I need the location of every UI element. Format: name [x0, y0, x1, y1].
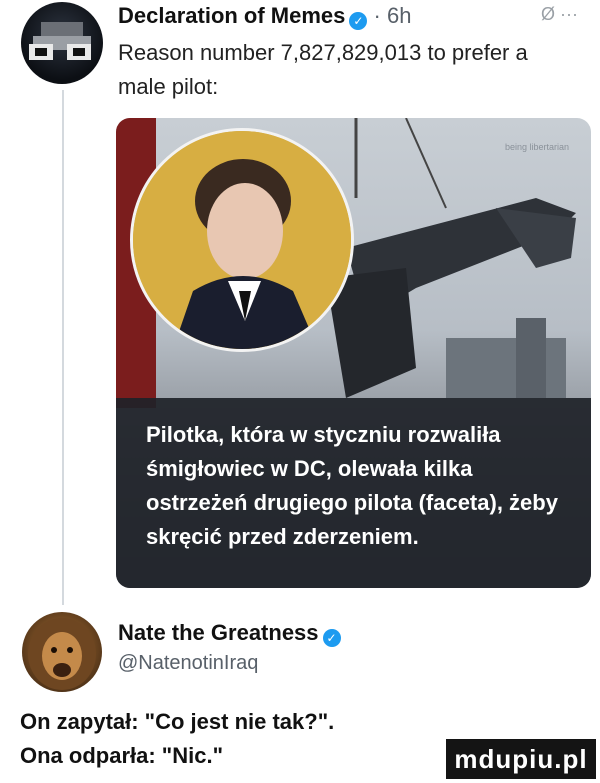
avatar-lion[interactable]: [22, 612, 102, 692]
tweet-time[interactable]: · 6h: [374, 3, 412, 28]
portrait-icon: [133, 131, 351, 349]
no-retweet-icon[interactable]: Ø: [541, 4, 555, 24]
caption-line-2: Ona odparła: "Nic.": [20, 743, 224, 768]
verified-badge-icon: ✓: [322, 629, 341, 647]
avatar[interactable]: [21, 2, 103, 84]
meme-avatar-icon: [29, 22, 91, 60]
image-caption: Pilotka, która w styczniu rozwaliła śmig…: [146, 422, 558, 549]
tweet-image[interactable]: being libertarian Pilotka, która w stycz…: [116, 118, 591, 588]
tweet-menu: Ø ···: [541, 4, 578, 25]
site-watermark: mdupiu.pl: [446, 739, 596, 779]
author-handle[interactable]: @NatenotinIraq: [118, 652, 258, 675]
verified-badge-icon: ✓: [349, 12, 368, 30]
author-name-text: Nate the Greatness: [118, 620, 319, 645]
thread-line: [62, 90, 64, 605]
pilot-portrait: [130, 128, 354, 352]
tweet-header: Declaration of Memes ✓ · 6h: [118, 2, 411, 30]
lion-icon: [28, 618, 96, 690]
caption-line-1: On zapytał: "Co jest nie tak?".: [20, 709, 335, 734]
author-name[interactable]: Declaration of Memes: [118, 3, 345, 28]
tweet-text: Reason number 7,827,829,013 to prefer a …: [118, 40, 528, 99]
more-icon[interactable]: ···: [560, 4, 578, 24]
author-name[interactable]: Nate the Greatness ✓: [118, 620, 341, 647]
bottom-caption: On zapytał: "Co jest nie tak?". Ona odpa…: [20, 705, 334, 773]
time-value: 6h: [386, 3, 412, 28]
image-watermark: being libertarian: [504, 142, 569, 152]
